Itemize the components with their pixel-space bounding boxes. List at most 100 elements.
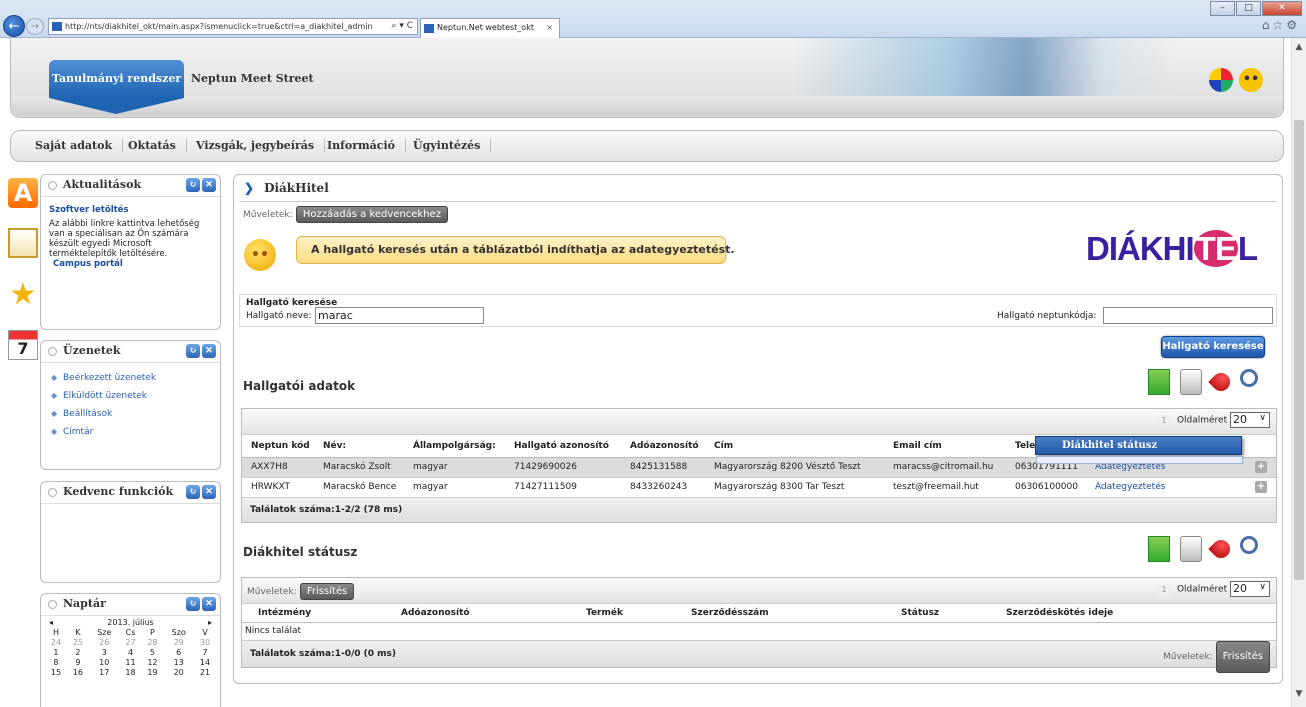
student-code-input[interactable] <box>1103 307 1273 324</box>
magnifier-icon[interactable] <box>1240 536 1258 554</box>
refresh-button[interactable]: Frissítés <box>299 583 355 600</box>
color-wheel-icon[interactable] <box>1209 68 1233 92</box>
excel-export-icon[interactable] <box>1148 369 1170 395</box>
calendar-day[interactable]: 4 <box>120 648 142 658</box>
column-header[interactable]: Adóazonosító <box>621 435 705 458</box>
letter-a-icon[interactable]: A <box>8 178 38 208</box>
calendar-day[interactable]: 30 <box>194 638 216 648</box>
refresh-icon[interactable]: ↻ <box>186 178 200 192</box>
print-icon[interactable] <box>1180 536 1202 562</box>
column-header[interactable]: Termék <box>577 604 682 623</box>
calendar-day[interactable]: 6 <box>163 648 194 658</box>
row-plus-button[interactable]: + <box>1255 481 1267 493</box>
calendar-day[interactable]: 3 <box>89 648 120 658</box>
column-header[interactable]: Név: <box>314 435 404 458</box>
add-favorite-button[interactable]: Hozzáadás a kedvencekhez <box>295 206 448 223</box>
calendar-day[interactable]: 8 <box>45 658 67 668</box>
column-header[interactable]: Email cím <box>884 435 1006 458</box>
envelope-icon[interactable] <box>8 228 38 258</box>
pin-icon[interactable] <box>1208 369 1234 395</box>
row-plus-button[interactable]: + <box>1255 461 1267 473</box>
calendar-day[interactable]: 26 <box>89 638 120 648</box>
scroll-down-icon[interactable]: ▼ <box>1292 689 1306 703</box>
student-name-input[interactable]: marac <box>315 307 484 324</box>
close-icon[interactable]: ✕ <box>202 344 216 358</box>
calendar-day[interactable]: 7 <box>194 648 216 658</box>
column-header[interactable]: Cím <box>705 435 884 458</box>
message-link-sent[interactable]: Elküldött üzenetek <box>49 387 212 405</box>
close-window-button[interactable]: ✕ <box>1262 1 1302 16</box>
column-header[interactable]: Státusz <box>892 604 997 623</box>
scroll-thumb[interactable] <box>1294 120 1304 580</box>
column-header[interactable]: Neptun kód <box>242 435 314 458</box>
calendar-day[interactable]: 14 <box>194 658 216 668</box>
next-month-icon[interactable]: ▸ <box>208 618 212 628</box>
header-subtitle[interactable]: Neptun Meet Street <box>191 72 314 85</box>
menu-item-informacio[interactable]: Információ <box>327 139 406 152</box>
data-reconciliation-link[interactable]: Adategyeztetés <box>1086 477 1246 498</box>
prev-month-icon[interactable]: ◂ <box>49 618 53 628</box>
page-size-select[interactable]: 20 <box>1230 412 1270 428</box>
refresh-icon[interactable]: ↻ <box>186 597 200 611</box>
calendar-day[interactable]: 17 <box>89 668 120 678</box>
address-bar[interactable]: http://nts/diakhitel_okt/main.aspx?ismen… <box>48 18 418 35</box>
scroll-up-icon[interactable]: ▲ <box>1292 42 1306 56</box>
page-scrollbar[interactable]: ▲ ▼ <box>1291 38 1306 707</box>
column-header[interactable]: Szerződéskötés ideje <box>997 604 1276 623</box>
maximize-button[interactable]: □ <box>1236 1 1261 16</box>
calendar-day[interactable]: 24 <box>45 638 67 648</box>
calendar-day[interactable]: 1 <box>45 648 67 658</box>
calendar-day[interactable]: 2 <box>67 648 89 658</box>
calendar-day[interactable]: 29 <box>163 638 194 648</box>
column-header[interactable]: Hallgató azonosító <box>505 435 621 458</box>
campus-portal-link[interactable]: Campus portál <box>49 259 212 269</box>
context-menu-diakhitel-status[interactable]: Diákhitel státusz <box>1035 436 1243 464</box>
calendar-day[interactable]: 15 <box>45 668 67 678</box>
calendar-day[interactable]: 19 <box>141 668 163 678</box>
close-icon[interactable]: ✕ <box>202 178 216 192</box>
menu-item-sajat-adatok[interactable]: Saját adatok <box>35 139 124 152</box>
calendar-day[interactable]: 27 <box>120 638 142 648</box>
calendar-day[interactable]: 18 <box>120 668 142 678</box>
page-size-select[interactable]: 20 <box>1230 581 1270 597</box>
address-controls[interactable]: ⌕ ▾ C <box>391 19 413 34</box>
calendar-day[interactable]: 20 <box>163 668 194 678</box>
calendar-day[interactable]: 16 <box>67 668 89 678</box>
page-number[interactable]: 1 <box>1158 414 1171 427</box>
refresh-icon[interactable]: ↻ <box>186 485 200 499</box>
menu-item-vizsgak[interactable]: Vizsgák, jegybeírás <box>196 139 326 152</box>
calendar-day[interactable]: 13 <box>163 658 194 668</box>
pin-icon[interactable] <box>1208 536 1234 562</box>
browser-toolbar-icons[interactable]: ⌂☆⚙ <box>1262 18 1300 32</box>
calendar-icon[interactable]: 7 <box>8 330 38 360</box>
table-row[interactable]: HRWKXT Maracskó Bence magyar 71427111509… <box>242 477 1276 498</box>
calendar-day[interactable]: 25 <box>67 638 89 648</box>
search-student-button[interactable]: Hallgató keresése <box>1161 336 1265 358</box>
print-icon[interactable] <box>1180 369 1202 395</box>
calendar-day[interactable]: 21 <box>194 668 216 678</box>
calendar-day[interactable]: 10 <box>89 658 120 668</box>
calendar-day[interactable]: 5 <box>141 648 163 658</box>
star-icon[interactable]: ★ <box>8 280 38 310</box>
column-header[interactable]: Állampolgárság: <box>404 435 505 458</box>
column-header[interactable]: Intézmény <box>242 604 392 623</box>
message-link-settings[interactable]: Beállítások <box>49 405 212 423</box>
calendar-day[interactable]: 28 <box>141 638 163 648</box>
page-number[interactable]: 1 <box>1158 583 1171 596</box>
message-link-inbox[interactable]: Beérkezett üzenetek <box>49 369 212 387</box>
calendar-day[interactable]: 11 <box>120 658 142 668</box>
footer-refresh-button[interactable]: Frissítés <box>1215 640 1270 673</box>
browser-tab[interactable]: Neptun.Net webtest_okt × <box>420 18 560 38</box>
refresh-icon[interactable]: ↻ <box>186 344 200 358</box>
minimize-button[interactable]: – <box>1210 1 1235 16</box>
close-icon[interactable]: ✕ <box>202 485 216 499</box>
menu-item-oktatas[interactable]: Oktatás <box>128 139 187 152</box>
close-icon[interactable]: ✕ <box>202 597 216 611</box>
excel-export-icon[interactable] <box>1148 536 1170 562</box>
column-header[interactable]: Adóazonosító <box>392 604 577 623</box>
tab-close-icon[interactable]: × <box>546 19 553 37</box>
news-heading[interactable]: Szoftver letöltés <box>49 205 212 215</box>
message-link-directory[interactable]: Címtár <box>49 423 212 441</box>
back-button[interactable]: ← <box>3 15 25 37</box>
calendar-day[interactable]: 9 <box>67 658 89 668</box>
